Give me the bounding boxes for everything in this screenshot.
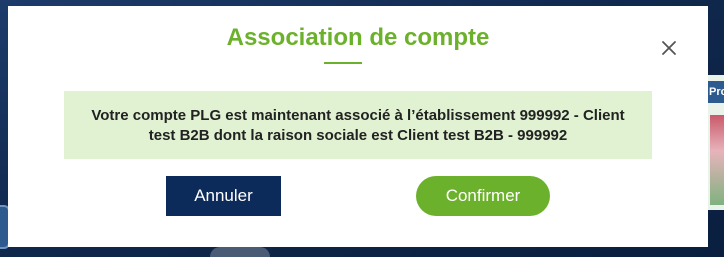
confirm-button[interactable]: Confirmer xyxy=(416,176,550,216)
background-promo-image xyxy=(710,115,724,205)
modal-title: Association de compte xyxy=(226,24,490,51)
background-promo-card: Pro xyxy=(706,75,724,210)
association-modal: Association de compte Votre compte PLG e… xyxy=(8,6,708,247)
title-underline xyxy=(324,62,362,64)
cancel-button[interactable]: Annuler xyxy=(166,176,281,216)
close-icon xyxy=(660,39,678,57)
background-promo-tab: Pro xyxy=(708,81,724,103)
close-button[interactable] xyxy=(660,39,678,57)
background-shape xyxy=(210,247,270,257)
association-message: Votre compte PLG est maintenant associé … xyxy=(64,91,652,159)
